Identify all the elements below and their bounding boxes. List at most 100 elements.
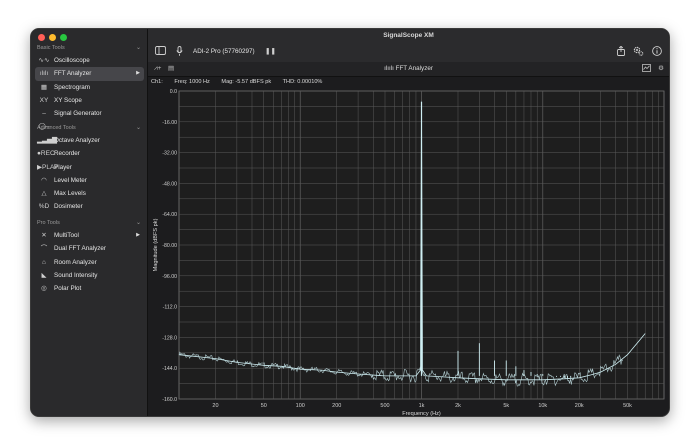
sidebar-item-label: Dual FFT Analyzer — [54, 245, 107, 253]
y-tick-label: -144.0 — [162, 366, 177, 372]
sidebar-item-label: Spectrogram — [54, 83, 91, 91]
dual-fft-icon: ⌒ — [40, 245, 48, 253]
sidebar-item-label: Max Levels — [54, 190, 86, 198]
sidebar-item-fft-analyzer[interactable]: ılılı FFT Analyzer ▶ — [35, 67, 144, 81]
player-icon: ▶PLAY — [37, 163, 59, 171]
sidebar-item-oscilloscope[interactable]: ∿∿ Oscilloscope — [31, 54, 148, 67]
sidebar-item-sound-intensity[interactable]: ◣ Sound Intensity — [31, 269, 148, 282]
sidebar-item-label: Room Analyzer — [54, 258, 97, 266]
x-tick-label: 1k — [419, 403, 425, 409]
window-controls — [38, 34, 67, 41]
gear-icon[interactable]: ⚙ — [658, 64, 664, 74]
x-tick-label: 2k — [455, 403, 461, 409]
x-axis-label: Frequency (Hz) — [402, 411, 441, 417]
max-levels-icon: △ — [41, 190, 47, 198]
sidebar-item-label: MultiTool — [54, 232, 79, 239]
thd-readout: THD: 0.00010% — [282, 79, 323, 85]
sidebar-item-label: Octave Analyzer — [54, 137, 100, 144]
sidebar-item-label: Sound Intensity — [54, 271, 98, 279]
sidebar-item-octave-analyzer[interactable]: ▂▃▅▇ Octave Analyzer — [31, 134, 148, 147]
x-tick-label: 50k — [623, 403, 632, 409]
level-meter-icon: ◠ — [41, 176, 47, 184]
y-tick-label: -160.0 — [162, 397, 177, 403]
close-window-button[interactable] — [38, 34, 45, 41]
spectrogram-icon: ▦ — [40, 83, 48, 91]
multitool-icon: ✕ — [41, 232, 47, 239]
pro-tools-header[interactable]: Pro Tools ⌄ — [31, 218, 148, 229]
x-tick-label: 10k — [538, 403, 547, 409]
section-label: Pro Tools — [37, 220, 60, 226]
y-tick-label: -96.00 — [162, 274, 177, 280]
sidebar-item-dosimeter[interactable]: %D Dosimeter — [31, 200, 148, 213]
y-tick-label: -16.00 — [162, 120, 177, 126]
y-tick-label: -64.00 — [162, 212, 177, 218]
octave-icon: ▂▃▅▇ — [37, 137, 57, 144]
tool-header: ⩘+ ▤ ılıılı FFT Analyzer ⚙ — [148, 62, 669, 77]
y-tick-label: 0.0 — [170, 89, 177, 95]
expand-arrow-icon: ▶ — [136, 232, 140, 238]
tool-title: ılıılı FFT Analyzer — [148, 64, 669, 74]
sidebar-toggle-icon[interactable] — [155, 46, 166, 59]
sidebar-item-max-levels[interactable]: △ Max Levels — [31, 187, 148, 200]
section-label: Advanced Tools — [37, 125, 76, 131]
device-selector[interactable]: ADI-2 Pro (57760297) — [193, 46, 255, 58]
sidebar-item-label: Oscilloscope — [54, 57, 90, 64]
x-tick-label: 100 — [296, 403, 305, 409]
advanced-tools-header[interactable]: Advanced Tools ⌄ — [31, 123, 148, 134]
sidebar-item-player[interactable]: ▶PLAY Player — [31, 161, 148, 174]
y-tick-label: -80.00 — [162, 243, 177, 249]
oscilloscope-icon: ∿∿ — [38, 57, 50, 64]
chevron-down-icon: ⌄ — [135, 125, 141, 131]
zoom-window-button[interactable] — [60, 34, 67, 41]
sidebar-item-level-meter[interactable]: ◠ Level Meter — [31, 174, 148, 187]
sidebar-item-label: Signal Generator — [54, 110, 102, 118]
basic-tools-section: Basic Tools ⌄ ∿∿ Oscilloscope ılılı FFT Anal… — [31, 43, 148, 130]
readout-bar: Ch1: Freq: 1000 Hz Mag: -5.57 dBFS pk TH… — [148, 77, 669, 87]
advanced-tools-section: Advanced Tools ⌄ ▂▃▅▇ Octave Analyzer ●REC R… — [31, 123, 148, 214]
info-icon[interactable] — [652, 46, 662, 60]
sidebar-item-dual-fft-analyzer[interactable]: ⌒ Dual FFT Analyzer — [31, 242, 148, 255]
sidebar-item-multitool[interactable]: ✕ MultiTool ▶ — [31, 229, 148, 242]
fft-plot[interactable]: 0.0 -16.00 -32.00 -48.00 -64.00 -80.00 -96.00 -… — [148, 87, 670, 417]
microphone-icon[interactable] — [176, 46, 183, 60]
window-title: SignalScope XM — [148, 29, 669, 42]
expand-arrow-icon: ▶ — [136, 70, 140, 77]
sidebar-item-polar-plot[interactable]: ◎ Polar Plot — [31, 282, 148, 295]
x-tick-label: 500 — [380, 403, 389, 409]
y-axis-label: Magnitude (dBFS pk) — [153, 218, 159, 271]
chevron-down-icon: ⌄ — [135, 45, 141, 51]
y-tick-label: -112.0 — [163, 305, 177, 311]
tool-title-label: FFT Analyzer — [395, 65, 433, 72]
fft-icon: ılıılı — [384, 65, 394, 72]
dosimeter-icon: %D — [38, 203, 50, 211]
sound-intensity-icon: ◣ — [41, 271, 47, 279]
sidebar-item-label: Level Meter — [54, 176, 87, 184]
share-icon[interactable] — [617, 45, 625, 60]
sidebar-item-label: XY Scope — [54, 96, 82, 104]
sidebar-item-spectrogram[interactable]: ▦ Spectrogram — [31, 81, 148, 94]
sidebar-item-room-analyzer[interactable]: ⌂ Room Analyzer — [31, 256, 148, 269]
xy-scope-icon: XY — [39, 96, 49, 104]
basic-tools-header[interactable]: Basic Tools ⌄ — [31, 43, 148, 54]
sidebar-item-recorder[interactable]: ●REC Recorder — [31, 147, 148, 160]
frequency-readout: Freq: 1000 Hz — [174, 79, 210, 85]
x-tick-label: 20k — [575, 403, 584, 409]
pause-icon[interactable]: ❚❚ — [265, 46, 276, 58]
settings-gear-icon[interactable] — [633, 46, 644, 60]
pro-tools-section: Pro Tools ⌄ ✕ MultiTool ▶ ⌒ Dual FFT Analyzer… — [31, 218, 148, 295]
minimize-window-button[interactable] — [49, 34, 56, 41]
x-tick-label: 20 — [212, 403, 218, 409]
y-tick-label: -128.0 — [162, 335, 177, 341]
sidebar-item-label: Polar Plot — [54, 285, 82, 293]
sidebar-item-xy-scope[interactable]: XY XY Scope — [31, 94, 148, 107]
sidebar-item-label: Recorder — [54, 150, 80, 158]
sidebar-item-label: FFT Analyzer — [54, 70, 92, 78]
chart-settings-icon[interactable] — [642, 64, 651, 76]
sidebar-item-signal-generator[interactable]: –◯– Signal Generator — [31, 107, 148, 130]
app-window: Basic Tools ⌄ ∿∿ Oscilloscope ılılı FFT Anal… — [30, 28, 670, 417]
channel-label: Ch1: — [151, 79, 163, 85]
x-tick-label: 5k — [503, 403, 509, 409]
main-panel: SignalScope XM ADI-2 Pro (57760297) ❚❚ ⩘… — [148, 29, 669, 416]
toolbar: ADI-2 Pro (57760297) ❚❚ — [148, 42, 669, 63]
y-tick-label: -32.00 — [162, 151, 177, 157]
